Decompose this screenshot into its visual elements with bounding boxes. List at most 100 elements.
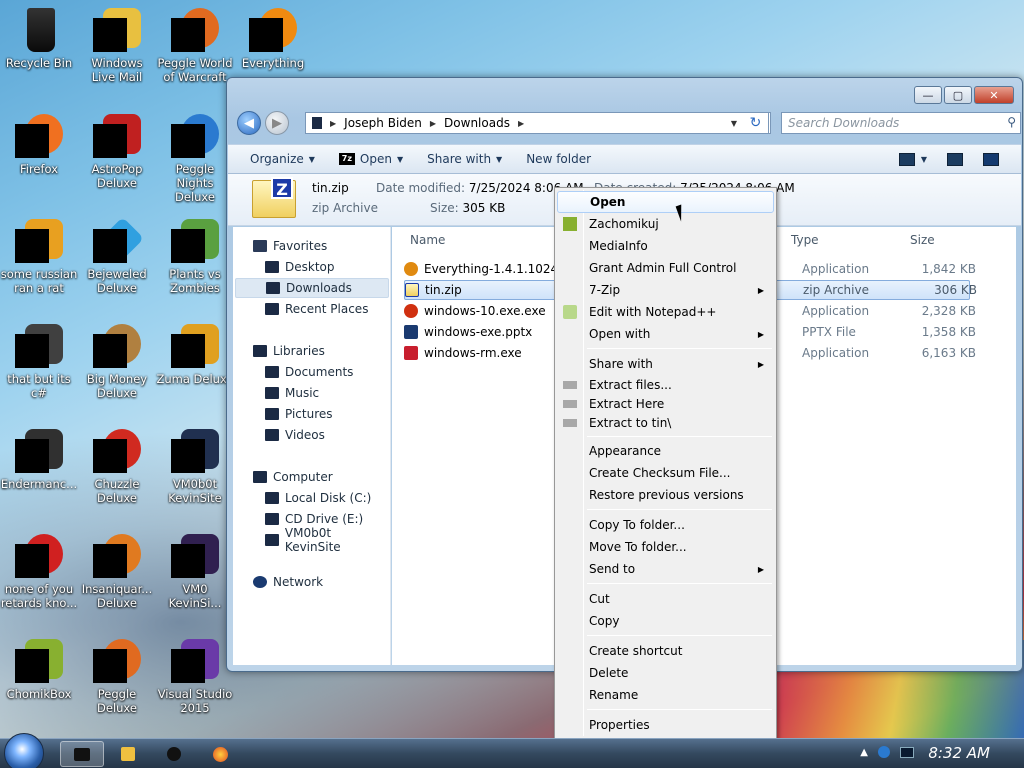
desktop-icon-peggle-nights[interactable]: Peggle Nights Deluxe [156, 112, 234, 204]
desktop-icon-none-of-you[interactable]: none of you retards kno... [0, 532, 78, 610]
nav-favorites[interactable]: Favorites [253, 236, 327, 256]
breadcrumb-user[interactable]: Joseph Biden [338, 116, 428, 130]
nav-documents[interactable]: Documents [265, 362, 353, 382]
search-input[interactable]: Search Downloads ⚲ [781, 112, 1021, 134]
menu-item-restore-versions[interactable]: Restore previous versions [557, 484, 774, 506]
menu-item-extract-to[interactable]: Extract to tin\ [557, 412, 774, 434]
media-player-icon [121, 747, 135, 761]
nav-desktop[interactable]: Desktop [265, 257, 335, 277]
column-header-size[interactable]: Size [910, 233, 935, 247]
menu-item-open-with[interactable]: Open with ▶ [557, 323, 774, 345]
minimize-button[interactable]: — [914, 86, 942, 104]
desktop-icon-recycle-bin[interactable]: Recycle Bin [0, 6, 78, 70]
desktop-icon-chuzzle[interactable]: Chuzzle Deluxe [78, 427, 156, 505]
nav-vm-drive[interactable]: VM0b0t KevinSite [265, 526, 390, 554]
7zip-icon: 7z [338, 153, 355, 165]
menu-item-delete[interactable]: Delete [557, 662, 774, 684]
chuzzle-icon [93, 427, 141, 475]
desktop-icon-russian-rat[interactable]: some russian ran a rat [0, 217, 78, 295]
taskbar-explorer-button[interactable] [60, 741, 104, 767]
menu-item-cut[interactable]: Cut [557, 588, 774, 610]
desktop-icon-peggle-wow[interactable]: Peggle World of Warcraft [156, 6, 234, 84]
desktop-icon-vm0b0t[interactable]: VM0b0t KevinSite [156, 427, 234, 505]
context-menu: Open Zachomikuj MediaInfo Grant Admin Fu… [554, 187, 777, 739]
chevron-down-icon: ▼ [396, 154, 404, 164]
menu-item-open[interactable]: Open [557, 191, 774, 213]
nav-libraries[interactable]: Libraries [253, 341, 325, 361]
view-icon [898, 152, 915, 166]
desktop-icon-vm0-kevinsite[interactable]: VM0 KevinSi... [156, 532, 234, 610]
desktop-icon-endermanch[interactable]: Endermanc... [0, 427, 78, 491]
taskbar-firefox-button[interactable] [198, 741, 242, 767]
maximize-button[interactable]: ▢ [944, 86, 972, 104]
recent-places-icon [265, 303, 279, 315]
back-button[interactable]: ◀ [237, 111, 261, 135]
desktop-icon-visual-studio[interactable]: Visual Studio 2015 [156, 637, 234, 715]
chevron-right-icon[interactable]: ▶ [328, 119, 338, 128]
menu-item-grant-admin[interactable]: Grant Admin Full Control [557, 257, 774, 279]
menu-item-checksum[interactable]: Create Checksum File... [557, 462, 774, 484]
desktop-icon-windows-live-mail[interactable]: Windows Live Mail [78, 6, 156, 84]
desktop-icon-that-but-csharp[interactable]: that but its c# [0, 322, 78, 400]
menu-item-share-with[interactable]: Share with ▶ [557, 353, 774, 375]
network-icon[interactable] [878, 746, 890, 758]
network-drive-icon [265, 534, 279, 546]
open-button[interactable]: 7z Open ▼ [327, 152, 415, 166]
monitor-icon[interactable] [900, 746, 914, 758]
forward-button[interactable]: ▶ [265, 111, 289, 135]
start-button[interactable] [4, 733, 44, 768]
nav-videos[interactable]: Videos [265, 425, 325, 445]
taskbar-media-player-button[interactable] [106, 741, 150, 767]
desktop-icon-bejeweled[interactable]: Bejeweled Deluxe [78, 216, 156, 295]
menu-item-copy-to-folder[interactable]: Copy To folder... [557, 514, 774, 536]
refresh-button[interactable]: ↻ [743, 112, 769, 134]
desktop-icon-peggle-deluxe[interactable]: Peggle Deluxe [78, 637, 156, 715]
change-view-button[interactable]: ▼ [898, 152, 927, 166]
submenu-arrow-icon: ▶ [757, 285, 764, 295]
fish-icon [93, 532, 141, 580]
address-bar[interactable]: ▶ Joseph Biden ▶ Downloads ▶ ▼ [305, 112, 771, 134]
nav-network[interactable]: Network [253, 572, 323, 592]
menu-item-move-to-folder[interactable]: Move To folder... [557, 536, 774, 558]
preview-pane-button[interactable] [947, 152, 963, 166]
menu-item-properties[interactable]: Properties [557, 714, 774, 736]
show-hidden-icons-icon[interactable]: ▲ [860, 747, 868, 758]
nav-computer[interactable]: Computer [253, 467, 333, 487]
menu-item-create-shortcut[interactable]: Create shortcut [557, 640, 774, 662]
new-folder-button[interactable]: New folder [514, 152, 603, 166]
desktop-icon-plants-vs-zombies[interactable]: Plants vs Zombies [156, 217, 234, 295]
column-header-type[interactable]: Type [791, 233, 819, 247]
menu-item-edit-notepad[interactable]: Edit with Notepad++ [557, 301, 774, 323]
menu-item-rename[interactable]: Rename [557, 684, 774, 706]
menu-item-copy[interactable]: Copy [557, 610, 774, 632]
menu-item-send-to[interactable]: Send to ▶ [557, 558, 774, 580]
desktop-icon-chomikbox[interactable]: ChomikBox [0, 637, 78, 701]
desktop-icon-astropop[interactable]: AstroPop Deluxe [78, 112, 156, 190]
breadcrumb-downloads[interactable]: Downloads [438, 116, 516, 130]
chevron-right-icon[interactable]: ▶ [516, 119, 526, 128]
chevron-down-icon[interactable]: ▼ [726, 119, 742, 128]
taskbar-app-button[interactable] [152, 741, 196, 767]
desktop-icon-firefox[interactable]: Firefox [0, 112, 78, 176]
everything-icon [249, 6, 297, 54]
nav-music[interactable]: Music [265, 383, 319, 403]
desktop-icon-big-money[interactable]: Big Money Deluxe [78, 322, 156, 400]
nav-recent-places[interactable]: Recent Places [265, 299, 368, 319]
menu-item-7zip[interactable]: 7-Zip ▶ [557, 279, 774, 301]
nav-pictures[interactable]: Pictures [265, 404, 333, 424]
share-with-button[interactable]: Share with ▼ [415, 152, 514, 166]
desktop-icon-zuma[interactable]: Zuma Deluxe [156, 322, 234, 386]
nav-local-disk[interactable]: Local Disk (C:) [265, 488, 371, 508]
help-button[interactable] [983, 152, 999, 166]
organize-button[interactable]: Organize ▼ [238, 152, 327, 166]
chevron-right-icon[interactable]: ▶ [428, 119, 438, 128]
menu-item-appearance[interactable]: Appearance [557, 440, 774, 462]
clock[interactable]: 8:32 AM [928, 744, 990, 762]
desktop-icon-everything[interactable]: Everything [234, 6, 312, 70]
close-button[interactable]: ✕ [974, 86, 1014, 104]
menu-item-mediainfo[interactable]: MediaInfo [557, 235, 774, 257]
nav-downloads[interactable]: Downloads [235, 278, 389, 298]
menu-item-zachomikuj[interactable]: Zachomikuj [557, 213, 774, 235]
column-header-name[interactable]: Name [410, 233, 445, 247]
desktop-icon-insaniquarium[interactable]: Insaniquar... Deluxe [78, 532, 156, 610]
